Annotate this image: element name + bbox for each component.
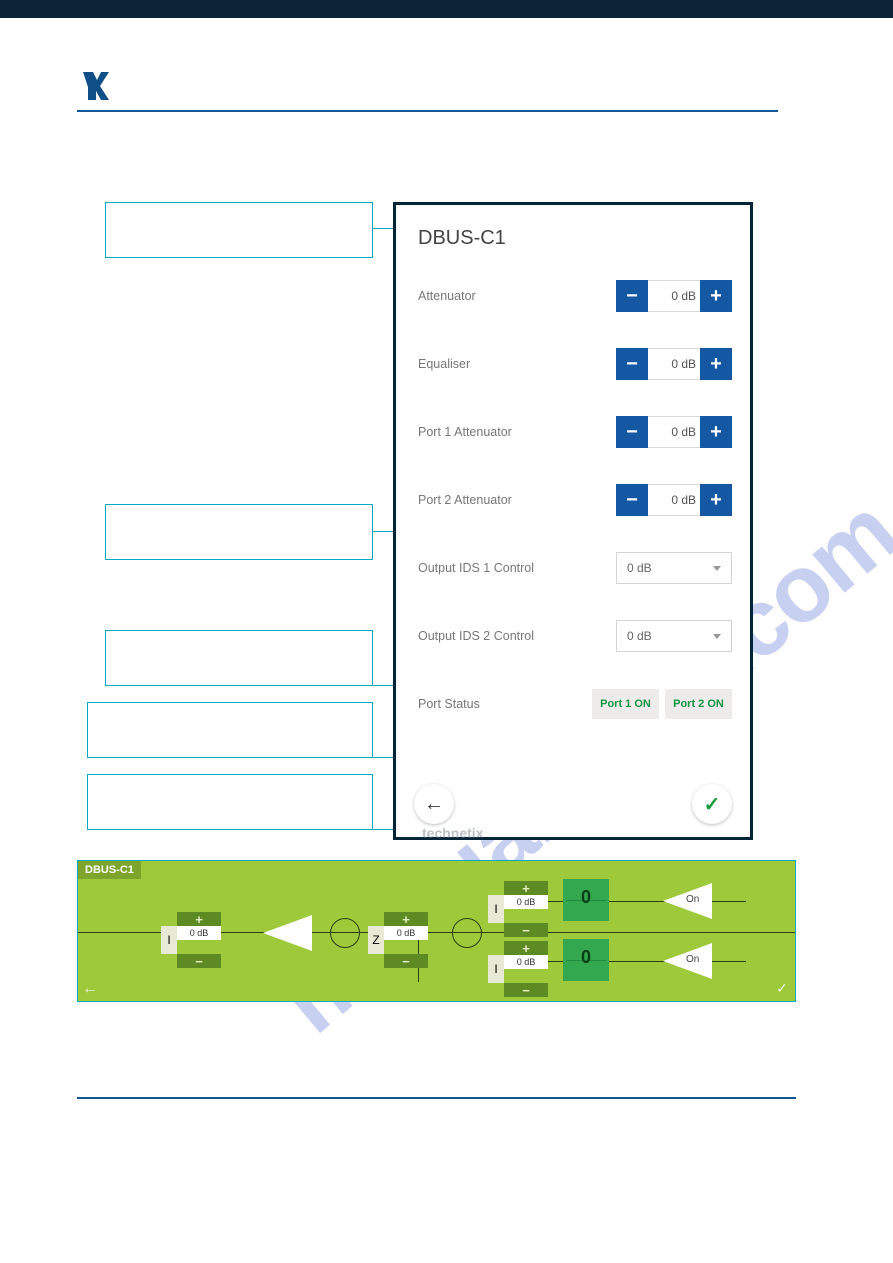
row-port2-att: Port 2 Attenuator − 0 dB + <box>418 484 732 516</box>
callout-box-3 <box>105 630 373 686</box>
diagram-confirm-icon[interactable]: ✓ <box>772 978 792 998</box>
window-titlebar <box>0 0 893 18</box>
minus-button[interactable]: − <box>616 484 648 516</box>
amplifier-icon <box>263 915 312 951</box>
label-equaliser: Equaliser <box>418 357 616 371</box>
diagram-node-i-bottom[interactable]: + I0 dB − <box>488 941 548 997</box>
port1-toggle[interactable]: Port 1 ON <box>592 689 659 719</box>
output-amp-2[interactable]: On <box>663 943 712 979</box>
diagram-node-i1[interactable]: + I0 dB − <box>161 912 221 968</box>
splitter-icon <box>452 918 482 948</box>
plus-button[interactable]: + <box>700 348 732 380</box>
minus-button[interactable]: − <box>616 348 648 380</box>
label-port-status: Port Status <box>418 697 592 711</box>
callout-box-4 <box>87 702 373 758</box>
diagram-tag: DBUS-C1 <box>78 861 141 879</box>
diagram-back-icon[interactable]: ← <box>80 979 100 999</box>
label-port1-att: Port 1 Attenuator <box>418 425 616 439</box>
chevron-down-icon <box>713 566 721 571</box>
filter-block-2[interactable]: 0 <box>563 939 609 981</box>
ids2-dropdown[interactable]: 0 dB <box>616 620 732 652</box>
header-rule <box>77 110 778 112</box>
port2-att-value[interactable]: 0 dB <box>648 484 700 516</box>
callout-box-1 <box>105 202 373 258</box>
port2-toggle[interactable]: Port 2 ON <box>665 689 732 719</box>
minus-button[interactable]: − <box>616 280 648 312</box>
ids1-dropdown[interactable]: 0 dB <box>616 552 732 584</box>
check-icon: ✓ <box>704 792 721 817</box>
row-ids2: Output IDS 2 Control 0 dB <box>418 620 732 652</box>
footer-rule <box>77 1097 796 1099</box>
device-panel: DBUS-C1 Attenuator − 0 dB + Equaliser − … <box>393 202 753 840</box>
chevron-down-icon <box>713 634 721 639</box>
ids1-value: 0 dB <box>627 561 652 575</box>
plus-button[interactable]: + <box>700 280 732 312</box>
confirm-button[interactable]: ✓ <box>692 784 732 824</box>
row-attenuator: Attenuator − 0 dB + <box>418 280 732 312</box>
ids2-value: 0 dB <box>627 629 652 643</box>
label-ids1: Output IDS 1 Control <box>418 561 616 575</box>
callout-box-5 <box>87 774 373 830</box>
brand-footer-text: technetix <box>422 825 483 841</box>
label-attenuator: Attenuator <box>418 289 616 303</box>
splitter-icon <box>330 918 360 948</box>
brand-logo <box>80 68 112 100</box>
row-port-status: Port Status Port 1 ON Port 2 ON <box>418 688 732 720</box>
row-port1-att: Port 1 Attenuator − 0 dB + <box>418 416 732 448</box>
minus-button[interactable]: − <box>616 416 648 448</box>
callout-box-2 <box>105 504 373 560</box>
diagram-node-i-top[interactable]: + I0 dB − <box>488 881 548 937</box>
label-ids2: Output IDS 2 Control <box>418 629 616 643</box>
plus-button[interactable]: + <box>700 416 732 448</box>
arrow-left-icon: ← <box>424 793 444 816</box>
plus-button[interactable]: + <box>700 484 732 516</box>
equaliser-value[interactable]: 0 dB <box>648 348 700 380</box>
back-button[interactable]: ← <box>414 784 454 824</box>
filter-block-1[interactable]: 0 <box>563 879 609 921</box>
row-ids1: Output IDS 1 Control 0 dB <box>418 552 732 584</box>
label-port2-att: Port 2 Attenuator <box>418 493 616 507</box>
row-equaliser: Equaliser − 0 dB + <box>418 348 732 380</box>
signal-diagram: DBUS-C1 + I0 dB − + Z0 dB − + I0 dB − + … <box>77 860 796 1002</box>
attenuator-value[interactable]: 0 dB <box>648 280 700 312</box>
panel-title: DBUS-C1 <box>418 227 732 250</box>
output-amp-1[interactable]: On <box>663 883 712 919</box>
diagram-node-z[interactable]: + Z0 dB − <box>368 912 428 968</box>
port1-att-value[interactable]: 0 dB <box>648 416 700 448</box>
